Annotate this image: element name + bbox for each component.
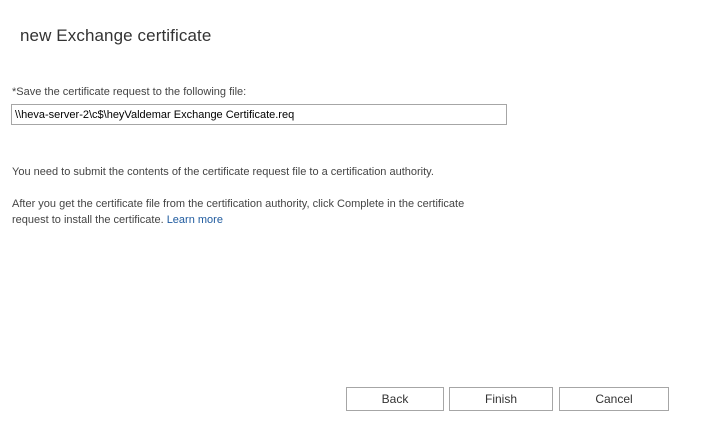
back-button[interactable]: Back bbox=[346, 387, 444, 411]
cancel-button[interactable]: Cancel bbox=[559, 387, 669, 411]
file-path-input[interactable] bbox=[11, 104, 507, 125]
complete-info-text: After you get the certificate file from … bbox=[12, 198, 465, 226]
finish-button[interactable]: Finish bbox=[449, 387, 553, 411]
submit-info-text: You need to submit the contents of the c… bbox=[12, 166, 434, 178]
dialog-title: new Exchange certificate bbox=[20, 26, 212, 45]
complete-info-paragraph: After you get the certificate file from … bbox=[12, 196, 472, 228]
learn-more-link[interactable]: Learn more bbox=[167, 214, 223, 226]
file-path-label: *Save the certificate request to the fol… bbox=[12, 86, 247, 98]
